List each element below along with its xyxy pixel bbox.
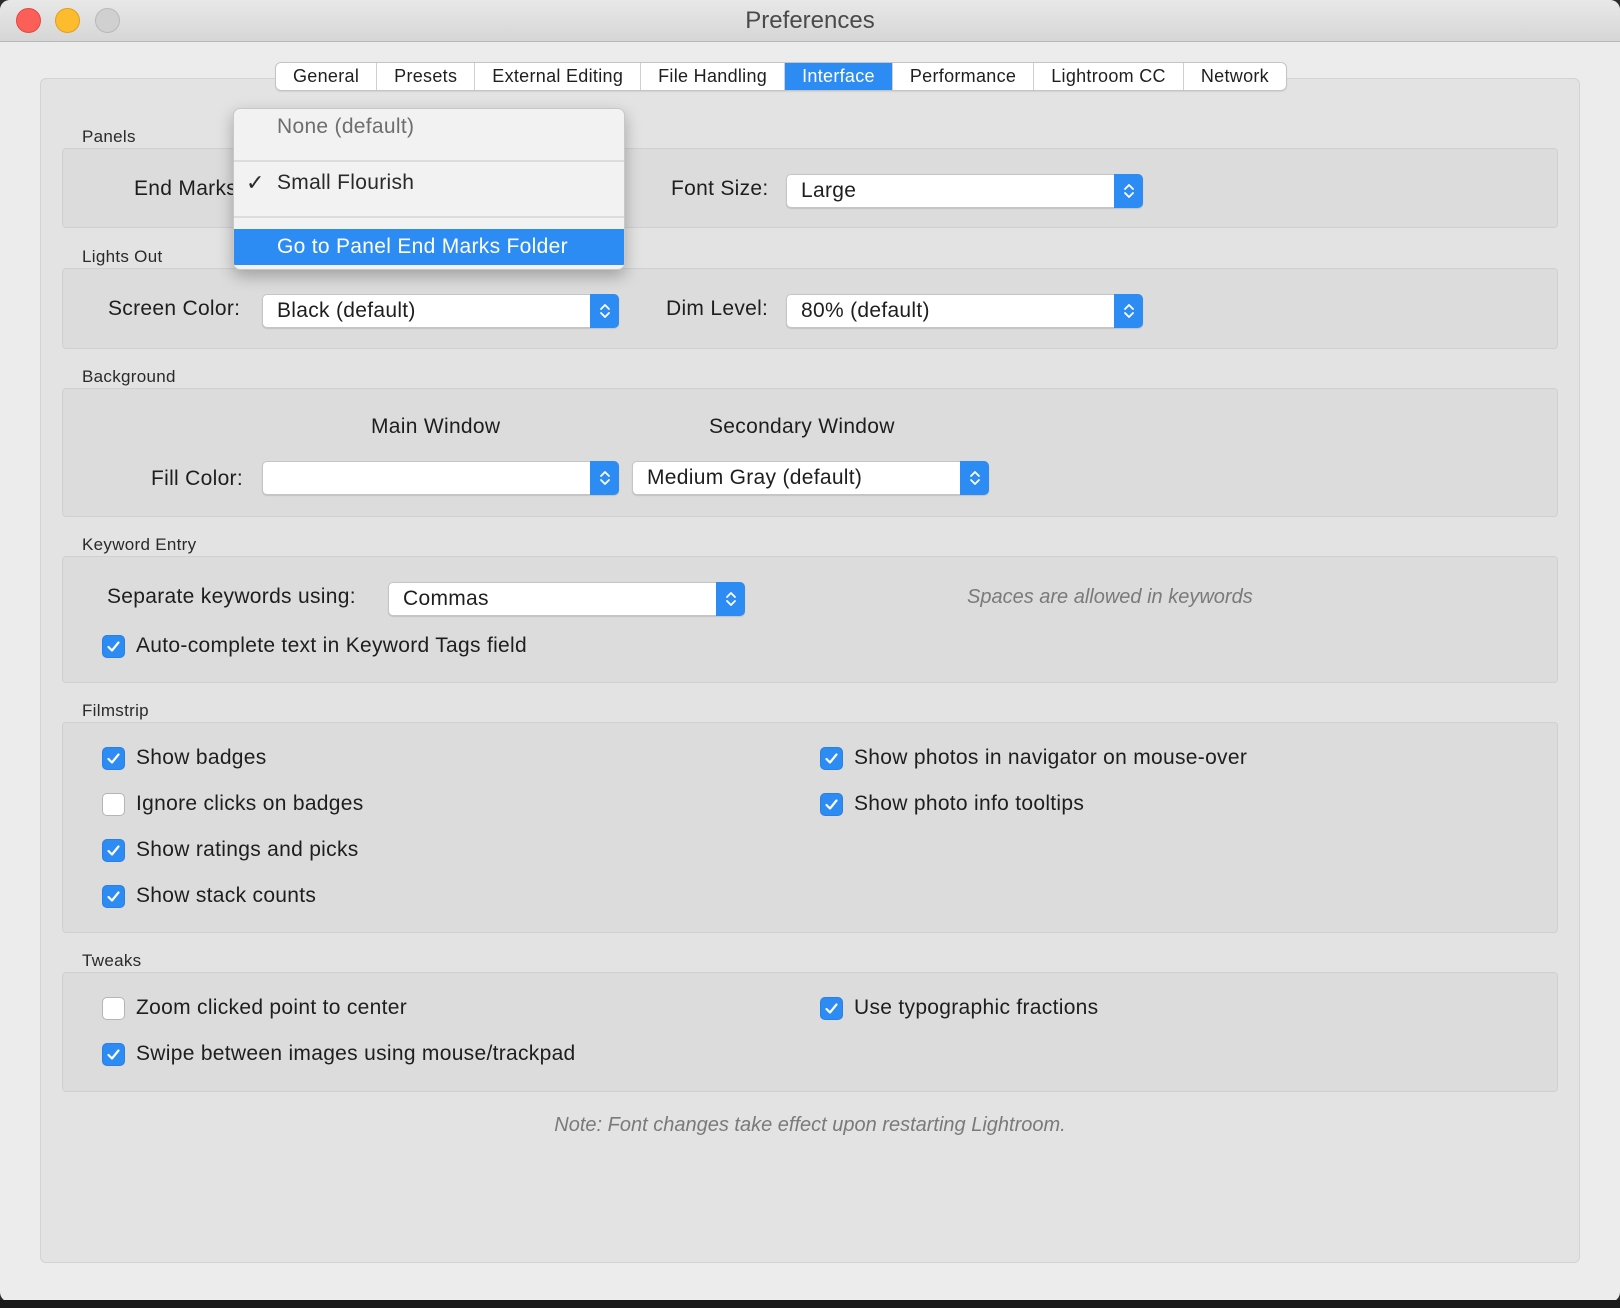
- updown-chevron-icon: [960, 461, 989, 495]
- menu-item-go-to-end-marks-folder[interactable]: Go to Panel End Marks Folder: [234, 229, 624, 265]
- background-group: Main Window Secondary Window Fill Color:…: [62, 388, 1558, 517]
- tweaks-group: Zoom clicked point to center Swipe betwe…: [62, 972, 1558, 1092]
- main-window-heading: Main Window: [371, 415, 501, 438]
- tab-interface[interactable]: Interface: [785, 63, 893, 90]
- tab-performance[interactable]: Performance: [893, 63, 1035, 90]
- ignore-clicks-on-badges-checkbox[interactable]: [102, 793, 125, 816]
- font-size-popup[interactable]: Large: [786, 174, 1143, 208]
- fill-color-label: Fill Color:: [151, 467, 243, 490]
- show-stack-counts-label: Show stack counts: [136, 884, 317, 907]
- tab-network[interactable]: Network: [1184, 63, 1286, 90]
- zoom-clicked-point-label: Zoom clicked point to center: [136, 996, 408, 1019]
- end-marks-label: End Marks:: [134, 177, 244, 200]
- background-section-label: Background: [82, 367, 176, 386]
- tab-general[interactable]: General: [276, 63, 378, 90]
- main-fill-color-popup[interactable]: [262, 461, 619, 495]
- lights-out-group: Screen Color: Black (default) Dim Level:…: [62, 268, 1558, 349]
- tab-presets[interactable]: Presets: [377, 63, 476, 90]
- autocomplete-label: Auto-complete text in Keyword Tags field: [136, 634, 527, 657]
- menu-separator: [234, 160, 624, 162]
- show-photos-in-navigator-checkbox[interactable]: [820, 747, 843, 770]
- menu-item-label: None (default): [277, 115, 415, 138]
- title-bar: Preferences: [0, 0, 1620, 42]
- separate-keywords-label: Separate keywords using:: [107, 585, 356, 608]
- use-typographic-fractions-checkbox[interactable]: [820, 997, 843, 1020]
- show-ratings-and-picks-label: Show ratings and picks: [136, 838, 359, 861]
- updown-chevron-icon: [590, 294, 619, 328]
- menu-item-label: Go to Panel End Marks Folder: [277, 235, 568, 258]
- show-ratings-and-picks-checkbox[interactable]: [102, 839, 125, 862]
- end-marks-menu: None (default) ✓ Small Flourish Go to Pa…: [233, 108, 625, 270]
- menu-item-label: Small Flourish: [277, 171, 415, 194]
- menu-item-none-default[interactable]: None (default): [234, 109, 624, 145]
- updown-chevron-icon: [1114, 294, 1143, 328]
- ignore-clicks-on-badges-label: Ignore clicks on badges: [136, 792, 364, 815]
- updown-chevron-icon: [590, 461, 619, 495]
- updown-chevron-icon: [1114, 174, 1143, 208]
- use-typographic-fractions-label: Use typographic fractions: [854, 996, 1099, 1019]
- keyword-entry-group: Separate keywords using: Commas Spaces a…: [62, 556, 1558, 683]
- separate-keywords-popup[interactable]: Commas: [388, 582, 745, 616]
- tab-bar: General Presets External Editing File Ha…: [275, 62, 1287, 91]
- dim-level-value: 80% (default): [801, 299, 930, 322]
- menu-separator: [234, 216, 624, 218]
- screen-color-label: Screen Color:: [108, 297, 241, 320]
- panels-section-label: Panels: [82, 127, 136, 146]
- window-title: Preferences: [745, 7, 875, 34]
- tab-lightroom-cc[interactable]: Lightroom CC: [1034, 63, 1184, 90]
- menu-item-small-flourish[interactable]: ✓ Small Flourish: [234, 165, 624, 201]
- separate-keywords-value: Commas: [403, 587, 489, 610]
- show-badges-label: Show badges: [136, 746, 267, 769]
- show-photos-in-navigator-label: Show photos in navigator on mouse-over: [854, 746, 1248, 769]
- secondary-fill-color-popup[interactable]: Medium Gray (default): [632, 461, 989, 495]
- restart-note: Note: Font changes take effect upon rest…: [554, 1114, 1066, 1136]
- dim-level-popup[interactable]: 80% (default): [786, 294, 1143, 328]
- show-badges-checkbox[interactable]: [102, 747, 125, 770]
- keyword-entry-section-label: Keyword Entry: [82, 535, 197, 554]
- show-stack-counts-checkbox[interactable]: [102, 885, 125, 908]
- preferences-window: Preferences General Presets External Edi…: [0, 0, 1620, 1302]
- show-photo-info-tooltips-checkbox[interactable]: [820, 793, 843, 816]
- autocomplete-checkbox[interactable]: [102, 635, 125, 658]
- screen-color-value: Black (default): [277, 299, 416, 322]
- font-size-label: Font Size:: [671, 177, 769, 200]
- desktop-background-strip: [0, 1300, 1620, 1308]
- swipe-between-images-checkbox[interactable]: [102, 1043, 125, 1066]
- screen-color-popup[interactable]: Black (default): [262, 294, 619, 328]
- filmstrip-group: Show badges Ignore clicks on badges Show…: [62, 722, 1558, 933]
- tab-external-editing[interactable]: External Editing: [475, 63, 642, 90]
- updown-chevron-icon: [716, 582, 745, 616]
- secondary-window-heading: Secondary Window: [709, 415, 895, 438]
- tweaks-section-label: Tweaks: [82, 951, 142, 970]
- swipe-between-images-label: Swipe between images using mouse/trackpa…: [136, 1042, 576, 1065]
- keywords-hint: Spaces are allowed in keywords: [967, 586, 1253, 608]
- filmstrip-section-label: Filmstrip: [82, 701, 149, 720]
- checkmark-icon: ✓: [246, 170, 265, 195]
- font-size-value: Large: [801, 179, 857, 202]
- show-photo-info-tooltips-label: Show photo info tooltips: [854, 792, 1085, 815]
- tab-file-handling[interactable]: File Handling: [641, 63, 786, 90]
- secondary-fill-color-value: Medium Gray (default): [647, 466, 863, 489]
- lights-out-section-label: Lights Out: [82, 247, 163, 266]
- dim-level-label: Dim Level:: [666, 297, 769, 320]
- zoom-clicked-point-checkbox[interactable]: [102, 997, 125, 1020]
